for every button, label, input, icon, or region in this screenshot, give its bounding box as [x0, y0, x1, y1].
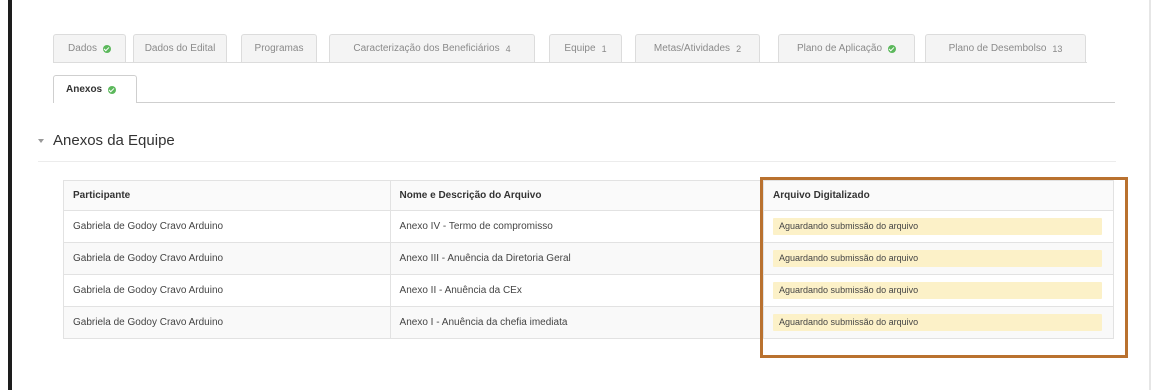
tab-dados-do-edital[interactable]: Dados do Edital — [133, 34, 227, 62]
tab-anexos[interactable]: Anexos — [53, 75, 137, 103]
tab-count: 1 — [601, 43, 607, 54]
tab-label: Metas/Atividades — [653, 43, 731, 54]
status-cell: Aguardando submissão do arquivo — [763, 306, 1114, 339]
status-badge: Aguardando submissão do arquivo — [773, 250, 1103, 267]
tab-count: 4 — [505, 43, 511, 54]
table-row: Gabriela de Godoy Cravo Arduino Anexo IV… — [63, 210, 1114, 243]
status-cell: Aguardando submissão do arquivo — [763, 274, 1114, 307]
participant-cell: Gabriela de Godoy Cravo Arduino — [63, 242, 391, 275]
tab-metas-atividades[interactable]: Metas/Atividades 2 — [635, 34, 760, 62]
tab-count: 13 — [1052, 43, 1063, 54]
participant-cell: Gabriela de Godoy Cravo Arduino — [63, 306, 391, 339]
table-row: Gabriela de Godoy Cravo Arduino Anexo II… — [63, 274, 1114, 307]
status-cell: Aguardando submissão do arquivo — [763, 210, 1114, 243]
tab-dados[interactable]: Dados — [53, 34, 126, 62]
table-row: Gabriela de Godoy Cravo Arduino Anexo I … — [63, 306, 1114, 339]
column-header-digitized-file: Arquivo Digitalizado — [763, 180, 1114, 211]
tab-caracterizacao[interactable]: Caracterização dos Beneficiários 4 — [329, 34, 535, 62]
tab-programas[interactable]: Programas — [241, 34, 317, 62]
right-scrollbar[interactable] — [1149, 0, 1151, 390]
table-header-row: Participante Nome e Descrição do Arquivo… — [63, 180, 1114, 211]
column-header-participant: Participante — [63, 180, 391, 211]
participant-cell: Gabriela de Godoy Cravo Arduino — [63, 210, 391, 243]
tab-equipe[interactable]: Equipe 1 — [549, 34, 622, 62]
tab-label: Dados do Edital — [144, 43, 216, 54]
tab-label: Plano de Desembolso — [948, 43, 1047, 54]
tab-label: Dados — [68, 43, 97, 54]
status-badge: Aguardando submissão do arquivo — [773, 314, 1103, 331]
attachments-table: Participante Nome e Descrição do Arquivo… — [63, 180, 1114, 339]
section-toggle[interactable]: Anexos da Equipe — [38, 132, 175, 149]
participant-cell: Gabriela de Godoy Cravo Arduino — [63, 274, 391, 307]
tab-divider — [53, 102, 1115, 103]
tab-plano-de-desembolso[interactable]: Plano de Desembolso 13 — [925, 34, 1086, 62]
check-icon — [888, 44, 897, 53]
caret-down-icon — [38, 138, 44, 143]
file-cell: Anexo III - Anuência da Diretoria Geral — [389, 242, 765, 275]
file-cell: Anexo II - Anuência da CEx — [389, 274, 765, 307]
tab-divider — [53, 62, 1087, 63]
status-cell: Aguardando submissão do arquivo — [763, 242, 1114, 275]
tab-label: Equipe — [564, 43, 596, 54]
status-badge: Aguardando submissão do arquivo — [773, 282, 1103, 299]
tab-label: Anexos — [66, 84, 103, 95]
status-badge: Aguardando submissão do arquivo — [773, 218, 1103, 235]
file-cell: Anexo I - Anuência da chefia imediata — [389, 306, 765, 339]
table-row: Gabriela de Godoy Cravo Arduino Anexo II… — [63, 242, 1114, 275]
section-divider — [38, 161, 1116, 162]
tab-label: Programas — [254, 43, 304, 54]
check-icon — [108, 85, 117, 94]
tab-label: Plano de Aplicação — [796, 43, 883, 54]
left-window-edge — [8, 0, 12, 390]
tab-plano-de-aplicacao[interactable]: Plano de Aplicação — [778, 34, 915, 62]
column-header-file: Nome e Descrição do Arquivo — [389, 180, 765, 211]
check-icon — [102, 44, 111, 53]
tab-count: 2 — [736, 43, 742, 54]
tab-label: Caracterização dos Beneficiários — [353, 43, 500, 54]
file-cell: Anexo IV - Termo de compromisso — [389, 210, 765, 243]
section-title: Anexos da Equipe — [53, 132, 175, 149]
